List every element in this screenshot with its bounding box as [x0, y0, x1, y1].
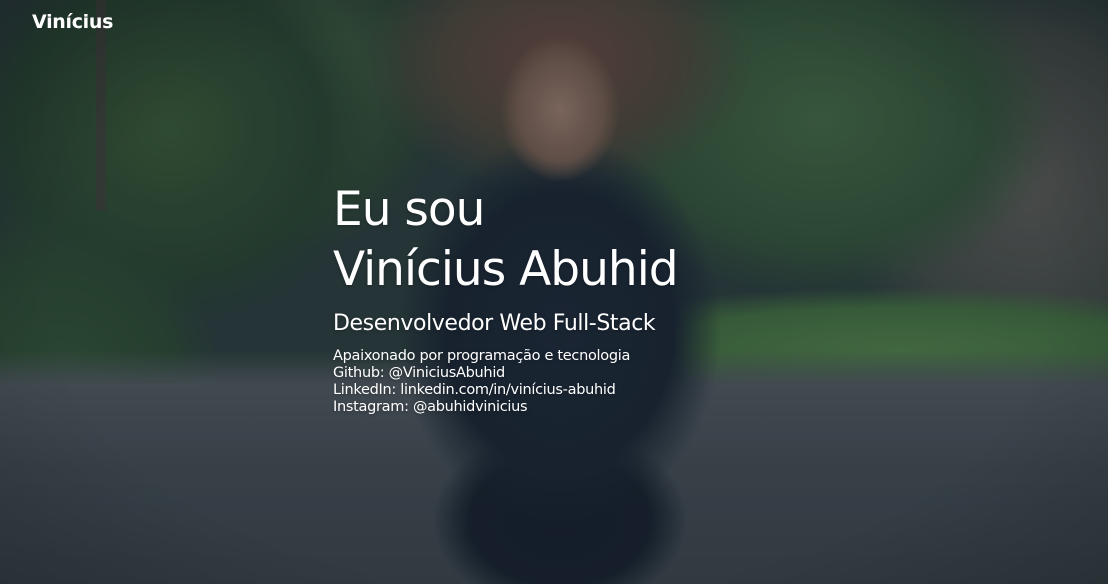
hero-greeting: Eu sou: [333, 182, 485, 237]
detail-tagline: Apaixonado por programação e tecnologia: [333, 348, 631, 364]
brand-logo-link[interactable]: Vinícius: [32, 11, 113, 33]
hero-name: Vinícius Abuhid: [333, 242, 679, 297]
hero-role: Desenvolvedor Web Full-Stack: [333, 311, 656, 336]
detail-github: Github: @ViniciusAbuhid: [333, 365, 505, 381]
hero-details-list: Apaixonado por programação e tecnologia …: [333, 348, 973, 416]
hero-section: Eu sou Vinícius Abuhid Desenvolvedor Web…: [333, 180, 973, 416]
detail-instagram: Instagram: @abuhidvinicius: [333, 399, 528, 415]
detail-linkedin: LinkedIn: linkedin.com/in/vinícius-abuhi…: [333, 382, 616, 398]
hero-heading: Eu sou Vinícius Abuhid: [333, 180, 973, 300]
